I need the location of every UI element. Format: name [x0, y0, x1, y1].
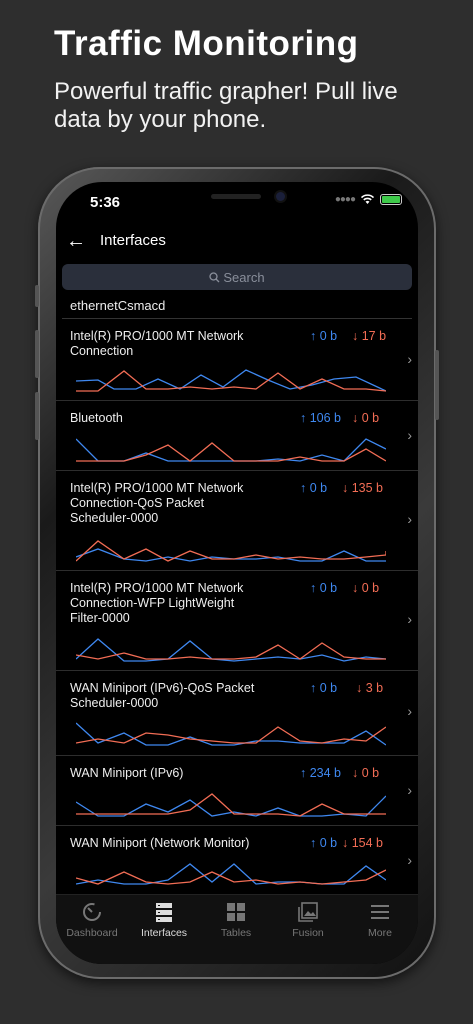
- interface-row[interactable]: Intel(R) PRO/1000 MT Network Connection-…: [56, 471, 418, 571]
- traffic-sparkline: [76, 722, 386, 746]
- tab-tables[interactable]: Tables: [200, 901, 272, 939]
- upload-rate: ↑ 0 b: [310, 681, 338, 695]
- phone-screen: 5:36 ●●●● ← Interfaces Search ethernetCs…: [56, 182, 418, 964]
- interface-row[interactable]: Intel(R) PRO/1000 MT Network Connection-…: [56, 571, 418, 671]
- status-time: 5:36: [90, 194, 121, 211]
- upload-rate: ↑ 0 b: [300, 481, 328, 495]
- traffic-sparkline: [76, 369, 386, 392]
- grid-icon: [227, 903, 245, 921]
- interface-row[interactable]: WAN Miniport (IPv6) ↑ 234 b ↓ 0 b ›: [56, 756, 418, 826]
- interface-row[interactable]: WAN Miniport (Network Monitor) ↑ 0 b ↓ 1…: [56, 826, 418, 896]
- section-header: ethernetCsmacd: [70, 298, 166, 313]
- signal-icon: ●●●●: [334, 194, 356, 205]
- interface-name: Intel(R) PRO/1000 MT Network Connection-…: [70, 481, 244, 525]
- upload-rate: ↑ 234 b: [300, 766, 342, 780]
- chevron-right-icon: ›: [407, 351, 412, 367]
- interface-row[interactable]: Bluetooth ↑ 106 b ↓ 0 b ›: [56, 401, 418, 471]
- tab-label: Interfaces: [140, 927, 188, 939]
- interface-name: WAN Miniport (IPv6): [70, 766, 184, 780]
- interface-name: Intel(R) PRO/1000 MT Network Connection-…: [70, 581, 244, 625]
- upload-rate: ↑ 106 b: [300, 411, 342, 425]
- wifi-icon: [360, 194, 375, 204]
- traffic-sparkline: [76, 438, 386, 462]
- tab-label: Dashboard: [66, 927, 118, 939]
- photo-stack-icon: [298, 902, 318, 922]
- volume-up-button: [35, 330, 39, 378]
- tab-bar: Dashboard Interfaces Tables Fusion More: [56, 894, 418, 964]
- interface-name: Bluetooth: [70, 411, 123, 425]
- upload-rate: ↑ 0 b: [310, 836, 338, 850]
- speaker: [211, 194, 261, 199]
- upload-rate: ↑ 0 b: [310, 329, 338, 343]
- search-icon: [209, 271, 220, 282]
- notch: [139, 182, 335, 216]
- mute-switch: [35, 285, 39, 307]
- traffic-sparkline: [76, 638, 386, 662]
- tab-label: Tables: [220, 927, 252, 939]
- hero-subtitle: Powerful traffic grapher! Pull live data…: [54, 78, 398, 133]
- tab-fusion[interactable]: Fusion: [272, 901, 344, 939]
- search-placeholder: Search: [223, 269, 265, 285]
- interface-row[interactable]: Intel(R) PRO/1000 MT Network Connection …: [56, 319, 418, 401]
- tab-interfaces[interactable]: Interfaces: [128, 901, 200, 939]
- page-title: Interfaces: [100, 232, 166, 249]
- chevron-right-icon: ›: [407, 703, 412, 719]
- interface-list: Intel(R) PRO/1000 MT Network Connection …: [56, 319, 418, 896]
- camera: [276, 192, 285, 201]
- download-rate: ↓ 0 b: [352, 581, 380, 595]
- traffic-sparkline: [76, 540, 386, 562]
- interface-name: WAN Miniport (IPv6)-QoS Packet Scheduler…: [70, 681, 255, 710]
- traffic-sparkline: [76, 863, 386, 885]
- server-stack-icon: [156, 903, 172, 922]
- status-icons: ●●●●: [335, 194, 402, 205]
- download-rate: ↓ 17 b: [352, 329, 387, 343]
- traffic-sparkline: [76, 793, 386, 817]
- search-input[interactable]: Search: [62, 264, 412, 290]
- tab-label: Fusion: [292, 927, 324, 939]
- upload-rate: ↑ 0 b: [310, 581, 338, 595]
- tab-more[interactable]: More: [344, 901, 416, 939]
- download-rate: ↓ 0 b: [352, 766, 380, 780]
- navbar: ← Interfaces: [56, 226, 418, 262]
- tab-dashboard[interactable]: Dashboard: [56, 901, 128, 939]
- chevron-right-icon: ›: [407, 782, 412, 798]
- power-button: [435, 350, 439, 420]
- chevron-right-icon: ›: [407, 427, 412, 443]
- volume-down-button: [35, 392, 39, 440]
- download-rate: ↓ 154 b: [342, 836, 384, 850]
- download-rate: ↓ 3 b: [356, 681, 384, 695]
- speedometer-icon: [83, 903, 101, 921]
- chevron-right-icon: ›: [407, 852, 412, 868]
- download-rate: ↓ 0 b: [352, 411, 380, 425]
- tab-label: More: [368, 927, 392, 939]
- interface-row[interactable]: WAN Miniport (IPv6)-QoS Packet Scheduler…: [56, 671, 418, 756]
- arrow-left-icon[interactable]: ←: [66, 230, 86, 253]
- chevron-right-icon: ›: [407, 611, 412, 627]
- battery-icon: [380, 194, 402, 205]
- menu-icon: [371, 905, 389, 919]
- interface-name: Intel(R) PRO/1000 MT Network Connection: [70, 329, 244, 358]
- download-rate: ↓ 135 b: [342, 481, 384, 495]
- interface-name: WAN Miniport (Network Monitor): [70, 836, 250, 850]
- chevron-right-icon: ›: [407, 511, 412, 527]
- hero-title: Traffic Monitoring: [54, 24, 359, 63]
